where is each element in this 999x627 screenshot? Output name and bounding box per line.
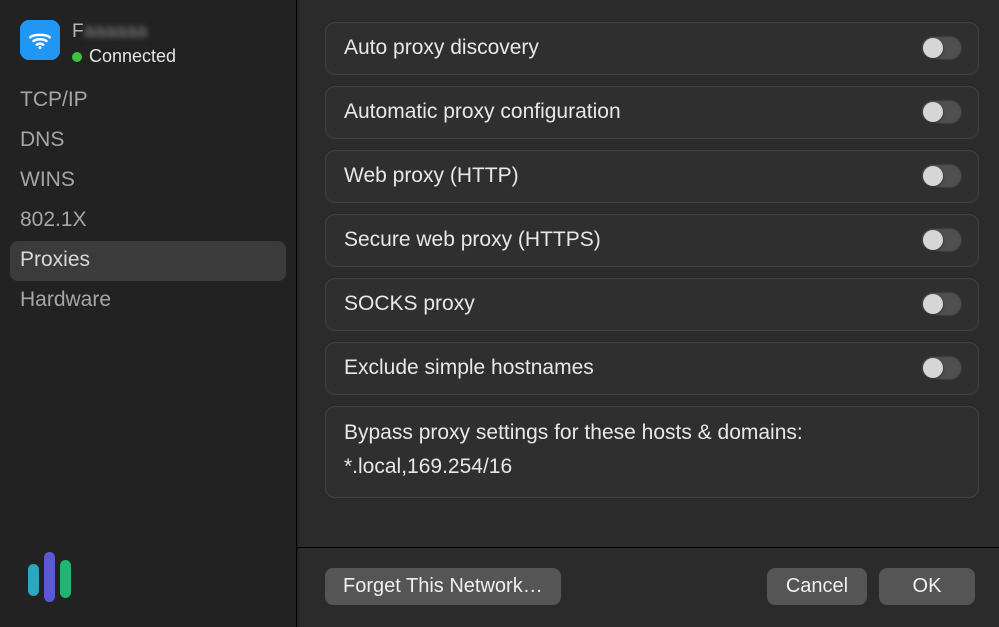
bypass-value[interactable]: *.local,169.254/16 [344,455,960,479]
network-info: Faaaaaa Connected [72,20,176,67]
toggle-auto-proxy-discovery[interactable] [921,36,962,60]
toggle-exclude-simple-hostnames[interactable] [921,356,962,380]
option-label: Automatic proxy configuration [344,100,621,124]
main-panel: Auto proxy discovery Automatic proxy con… [297,0,999,627]
network-name: Faaaaaa [72,22,176,41]
option-label: Secure web proxy (HTTPS) [344,228,601,252]
toggle-socks-proxy[interactable] [921,292,962,316]
network-name-obscured: aaaaaa [84,21,147,42]
sidebar-tab-list: TCP/IP DNS WINS 802.1X Proxies Hardware [0,81,296,321]
option-label: Exclude simple hostnames [344,356,594,380]
option-automatic-proxy-configuration: Automatic proxy configuration [325,86,979,139]
sidebar-item-wins[interactable]: WINS [10,161,286,201]
proxies-content[interactable]: Auto proxy discovery Automatic proxy con… [297,0,999,547]
wifi-icon [20,20,60,60]
option-exclude-simple-hostnames: Exclude simple hostnames [325,342,979,395]
bypass-proxy-settings: Bypass proxy settings for these hosts & … [325,406,979,498]
sidebar-item-tcpip[interactable]: TCP/IP [10,81,286,121]
option-socks-proxy: SOCKS proxy [325,278,979,331]
option-label: SOCKS proxy [344,292,475,316]
sidebar-item-8021x[interactable]: 802.1X [10,201,286,241]
toggle-secure-web-proxy-https[interactable] [921,228,962,252]
option-web-proxy-http: Web proxy (HTTP) [325,150,979,203]
ok-button[interactable]: OK [879,568,975,605]
network-header: Faaaaaa Connected [0,16,296,81]
bypass-label: Bypass proxy settings for these hosts & … [344,421,960,445]
status-indicator-dot [72,52,82,62]
network-status-row: Connected [72,46,176,67]
forget-network-button[interactable]: Forget This Network… [325,568,561,605]
sidebar-item-hardware[interactable]: Hardware [10,281,286,321]
sidebar-item-proxies[interactable]: Proxies [10,241,286,281]
app-logo-icon [18,542,82,611]
option-label: Web proxy (HTTP) [344,164,519,188]
sidebar: Faaaaaa Connected TCP/IP DNS WINS 802.1X… [0,0,297,627]
option-secure-web-proxy-https: Secure web proxy (HTTPS) [325,214,979,267]
network-status-text: Connected [89,46,176,67]
option-auto-proxy-discovery: Auto proxy discovery [325,22,979,75]
toggle-automatic-proxy-configuration[interactable] [921,100,962,124]
sidebar-item-dns[interactable]: DNS [10,121,286,161]
toggle-web-proxy-http[interactable] [921,164,962,188]
cancel-button[interactable]: Cancel [767,568,867,605]
option-label: Auto proxy discovery [344,36,539,60]
network-name-text: F [72,21,84,42]
footer-bar: Forget This Network… Cancel OK [297,547,999,627]
